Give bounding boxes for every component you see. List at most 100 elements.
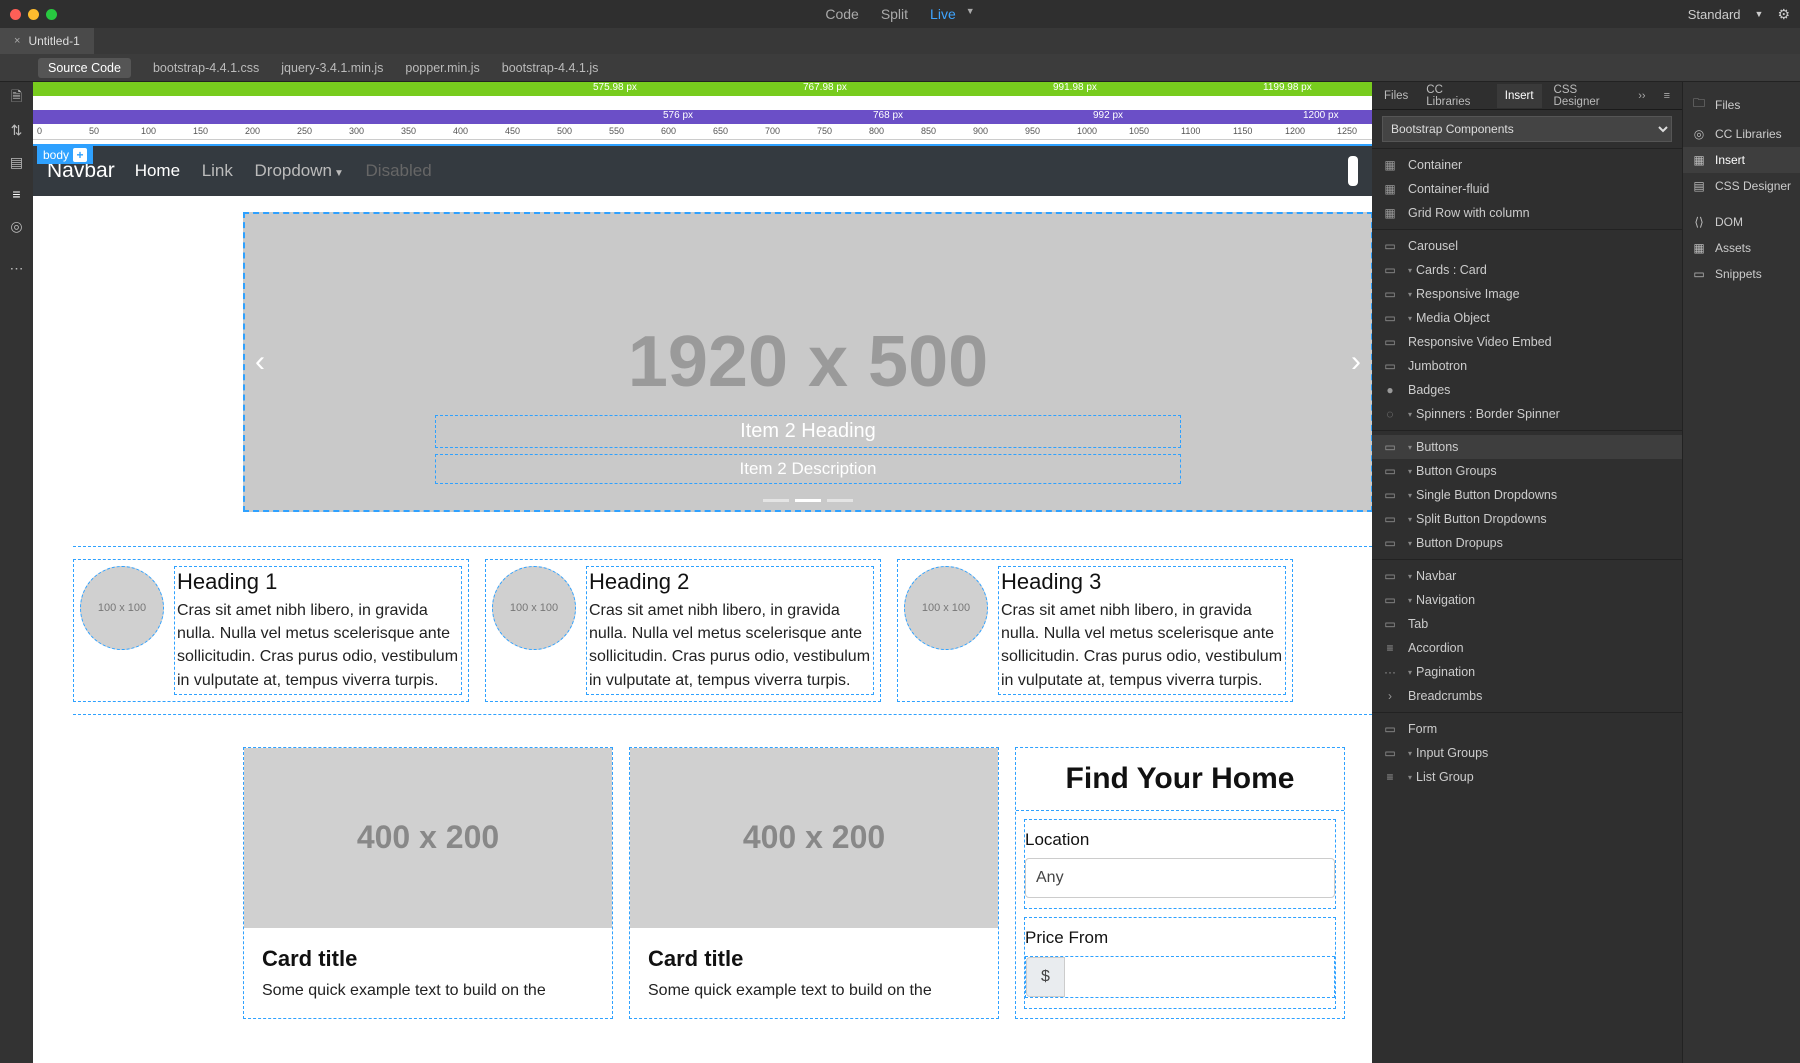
insert-item[interactable]: ▭▾Media Object bbox=[1372, 306, 1682, 330]
location-select[interactable]: Any bbox=[1025, 858, 1335, 898]
insert-category-select[interactable]: Bootstrap Components bbox=[1382, 116, 1672, 142]
navbar-search-input[interactable] bbox=[1348, 156, 1358, 186]
collapsed-panel-tab[interactable]: ▦Insert bbox=[1683, 147, 1800, 173]
more-icon[interactable]: ⋯ bbox=[9, 260, 25, 276]
insert-item[interactable]: ▭Carousel bbox=[1372, 234, 1682, 258]
panel-tab-cssdesigner[interactable]: CSS Designer bbox=[1548, 84, 1627, 108]
related-file[interactable]: bootstrap-4.4.1.css bbox=[153, 61, 259, 75]
window-titlebar: Code Split Live ▼ Standard ▼ ⚙ bbox=[0, 0, 1800, 28]
insert-item[interactable]: ▭▾Navigation bbox=[1372, 588, 1682, 612]
collapsed-panel-tab[interactable]: 🗀Files bbox=[1683, 88, 1800, 121]
settings-gear-icon[interactable]: ⚙ bbox=[1777, 6, 1790, 23]
ruler-tick: 250 bbox=[297, 126, 312, 136]
insert-item-icon: ▭ bbox=[1382, 512, 1398, 526]
ruler-tick: 1150 bbox=[1233, 126, 1252, 136]
preview-form[interactable]: Find Your Home Location Any Price From $ bbox=[1015, 747, 1345, 1019]
navbar-nav: Home Link Dropdown▼ Disabled bbox=[135, 161, 450, 181]
feature-image-placeholder: 100 x 100 bbox=[80, 566, 164, 650]
collapsed-panel-rail: 🗀Files◎CC Libraries▦Insert▤CSS Designer … bbox=[1682, 82, 1800, 1063]
collapsed-panel-tab[interactable]: ◎CC Libraries bbox=[1683, 121, 1800, 147]
insert-item[interactable]: ●Badges bbox=[1372, 378, 1682, 402]
preview-card[interactable]: 400 x 200 Card titleSome quick example t… bbox=[629, 747, 999, 1019]
insert-item[interactable]: ▦Container-fluid bbox=[1372, 177, 1682, 201]
insert-item[interactable]: ▭▾Responsive Image bbox=[1372, 282, 1682, 306]
breakpoint-bar-max[interactable]: 575.98 px 767.98 px 991.98 px 1199.98 px bbox=[33, 82, 1372, 96]
panel-expand-icon[interactable]: ›› bbox=[1632, 90, 1651, 102]
insert-item[interactable]: ▭▾Navbar bbox=[1372, 564, 1682, 588]
close-tab-icon[interactable]: × bbox=[14, 35, 20, 47]
view-split[interactable]: Split bbox=[881, 6, 908, 22]
file-icon[interactable]: 🗎 bbox=[9, 90, 25, 106]
insert-item[interactable]: ▭▾Cards : Card bbox=[1372, 258, 1682, 282]
insert-item-icon: ▭ bbox=[1382, 746, 1398, 760]
insert-item[interactable]: ▭▾Input Groups bbox=[1372, 741, 1682, 765]
insert-item[interactable]: ▦Container bbox=[1372, 153, 1682, 177]
insert-item[interactable]: ▭Responsive Video Embed bbox=[1372, 330, 1682, 354]
feature-block[interactable]: 100 x 100Heading 2Cras sit amet nibh lib… bbox=[485, 559, 881, 702]
minimize-window-icon[interactable] bbox=[28, 9, 39, 20]
insert-item-label: Spinners : Border Spinner bbox=[1416, 407, 1560, 421]
panel-tab-cclib[interactable]: CC Libraries bbox=[1420, 84, 1491, 108]
insert-item[interactable]: ▭Jumbotron bbox=[1372, 354, 1682, 378]
carousel-prev-icon[interactable]: ‹ bbox=[255, 345, 265, 379]
assets-icon[interactable]: ▤ bbox=[9, 154, 25, 170]
carousel-heading[interactable]: Item 2 Heading bbox=[435, 415, 1181, 448]
panel-icon: ▤ bbox=[1691, 179, 1707, 193]
insert-item-icon: ≡ bbox=[1382, 770, 1398, 784]
insert-item[interactable]: ▭Tab bbox=[1372, 612, 1682, 636]
document-tab[interactable]: × Untitled-1 bbox=[0, 28, 94, 54]
collapsed-panel-tab[interactable]: ⟨⟩DOM bbox=[1683, 209, 1800, 235]
nav-dropdown[interactable]: Dropdown▼ bbox=[255, 161, 344, 180]
live-view-icon[interactable]: ≡ bbox=[9, 186, 25, 202]
insert-item[interactable]: ›Breadcrumbs bbox=[1372, 684, 1682, 708]
feature-block[interactable]: 100 x 100Heading 3Cras sit amet nibh lib… bbox=[897, 559, 1293, 702]
related-file[interactable]: bootstrap-4.4.1.js bbox=[502, 61, 599, 75]
panel-tab-insert[interactable]: Insert bbox=[1497, 84, 1542, 108]
insert-item[interactable]: ▭▾Split Button Dropdowns bbox=[1372, 507, 1682, 531]
element-tag-badge[interactable]: body + bbox=[37, 146, 93, 164]
carousel-next-icon[interactable]: › bbox=[1351, 345, 1361, 379]
close-window-icon[interactable] bbox=[10, 9, 21, 20]
nav-home[interactable]: Home bbox=[135, 161, 180, 180]
carousel-indicators[interactable] bbox=[763, 499, 853, 502]
insert-item[interactable]: ◌▾Spinners : Border Spinner bbox=[1372, 402, 1682, 426]
feature-block[interactable]: 100 x 100Heading 1Cras sit amet nibh lib… bbox=[73, 559, 469, 702]
view-live[interactable]: Live bbox=[930, 6, 956, 22]
inspect-icon[interactable]: ◎ bbox=[9, 218, 25, 234]
nav-link[interactable]: Link bbox=[202, 161, 233, 180]
view-code[interactable]: Code bbox=[825, 6, 858, 22]
insert-item[interactable]: ▭▾Button Dropups bbox=[1372, 531, 1682, 555]
related-file[interactable]: popper.min.js bbox=[405, 61, 479, 75]
insert-item[interactable]: ···▾Pagination bbox=[1372, 660, 1682, 684]
design-canvas: 575.98 px 767.98 px 991.98 px 1199.98 px… bbox=[33, 82, 1372, 1063]
collapsed-panel-tab[interactable]: ▤CSS Designer bbox=[1683, 173, 1800, 199]
source-code-chip[interactable]: Source Code bbox=[38, 58, 131, 78]
insert-item[interactable]: ▭▾Single Button Dropdowns bbox=[1372, 483, 1682, 507]
insert-item[interactable]: ▦Grid Row with column bbox=[1372, 201, 1682, 225]
workspace-switcher[interactable]: Standard ▼ ⚙ bbox=[1688, 6, 1790, 23]
manage-sites-icon[interactable]: ⇅ bbox=[9, 122, 25, 138]
panel-tab-files[interactable]: Files bbox=[1378, 90, 1414, 102]
collapsed-panel-tab[interactable]: ▭Snippets bbox=[1683, 261, 1800, 287]
insert-item-label: Breadcrumbs bbox=[1408, 689, 1482, 703]
panel-menu-icon[interactable]: ≡ bbox=[1658, 90, 1676, 102]
insert-item[interactable]: ≡Accordion bbox=[1372, 636, 1682, 660]
collapsed-panel-tab[interactable]: ▦Assets bbox=[1683, 235, 1800, 261]
add-element-icon[interactable]: + bbox=[73, 148, 87, 162]
ruler-tick: 450 bbox=[505, 126, 520, 136]
zoom-window-icon[interactable] bbox=[46, 9, 57, 20]
ruler-tick: 800 bbox=[869, 126, 884, 136]
view-live-caret-icon[interactable]: ▼ bbox=[966, 6, 975, 22]
carousel-description[interactable]: Item 2 Description bbox=[435, 454, 1181, 484]
preview-card[interactable]: 400 x 200 Card titleSome quick example t… bbox=[243, 747, 613, 1019]
insert-item[interactable]: ▭▾Button Groups bbox=[1372, 459, 1682, 483]
related-file[interactable]: jquery-3.4.1.min.js bbox=[281, 61, 383, 75]
bp-marker: 575.98 px bbox=[593, 82, 637, 93]
preview-carousel[interactable]: ‹ 1920 x 500 Item 2 Heading Item 2 Descr… bbox=[243, 212, 1372, 512]
breakpoint-bar-min[interactable]: 576 px 768 px 992 px 1200 px bbox=[33, 110, 1372, 124]
insert-item[interactable]: ≡▾List Group bbox=[1372, 765, 1682, 789]
insert-item[interactable]: ▭▾Buttons bbox=[1372, 435, 1682, 459]
bp-marker: 767.98 px bbox=[803, 82, 847, 93]
insert-item[interactable]: ▭Form bbox=[1372, 717, 1682, 741]
ruler-tick: 0 bbox=[37, 126, 42, 136]
